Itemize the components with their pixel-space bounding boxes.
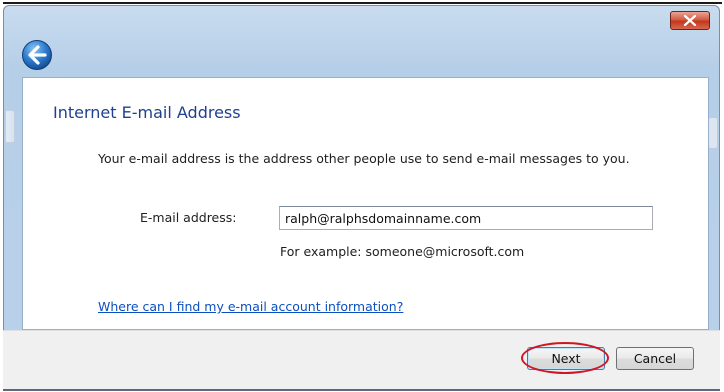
email-label: E-mail address: (140, 210, 237, 225)
back-arrow-icon (22, 40, 52, 70)
example-hint: For example: someone@microsoft.com (280, 244, 525, 259)
page-title: Internet E-mail Address (53, 103, 241, 122)
window-bottom-frame (3, 389, 720, 391)
page-description: Your e-mail address is the address other… (98, 151, 630, 166)
close-button[interactable] (670, 11, 710, 30)
back-button[interactable] (21, 39, 53, 71)
dialog-footer (3, 330, 720, 390)
right-frame-handle (709, 118, 717, 148)
left-frame-handle (5, 110, 15, 143)
window-top-frame (3, 2, 722, 4)
help-link[interactable]: Where can I find my e-mail account infor… (98, 299, 403, 314)
next-button[interactable]: Next (527, 347, 605, 370)
cancel-button[interactable]: Cancel (616, 347, 694, 370)
close-icon (683, 15, 697, 26)
email-field[interactable] (279, 206, 653, 230)
